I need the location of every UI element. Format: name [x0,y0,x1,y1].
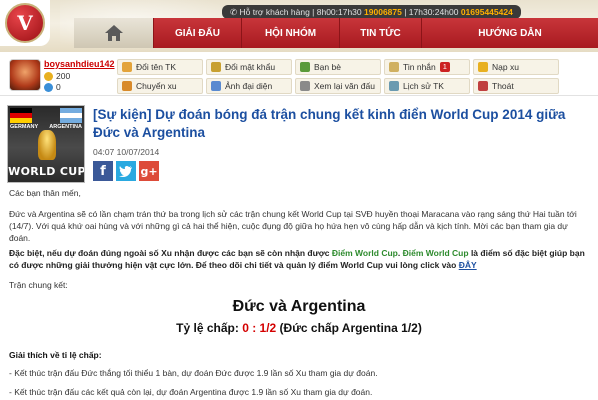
friends-icon [300,62,310,72]
googleplus-share-button[interactable]: g+ [139,161,159,181]
points-balance: 0 [44,82,61,92]
intro-paragraph: Đức và Argentina sẽ có lần chạm trán thứ… [9,209,577,243]
greeting: Các bạn thân mến, [9,188,81,198]
logout-button[interactable]: Thoát [473,78,559,94]
qbtn-label: Ảnh đại diện [225,81,273,91]
germany-flag-icon [10,108,32,123]
nav-news[interactable]: TIN TỨC [340,18,422,48]
nav-tournaments[interactable]: GIẢI ĐẤU [154,18,242,48]
handicap-note: (Đức chấp Argentina 1/2) [276,321,422,335]
account-history-button[interactable]: Lịch sử TK [384,78,470,94]
change-password-button[interactable]: Đổi mật khẩu [206,59,292,75]
thumb-country-1: GERMANY [10,124,39,130]
point-icon [44,82,53,92]
argentina-flag-icon [60,108,82,123]
avatar[interactable] [9,59,41,91]
replay-matches-button[interactable]: Xem lại văn đấu [295,78,381,94]
home-button[interactable] [74,18,154,48]
coin-icon [44,71,53,81]
main-nav: GIẢI ĐẤU HỘI NHÓM TIN TỨC HƯỚNG DẪN [74,18,598,48]
handicap-line: Tỷ lệ chấp: 0 : 1/2 (Đức chấp Argentina … [0,321,598,335]
mail-icon [389,62,399,72]
transfer-xu-button[interactable]: Chuyển xu [117,78,203,94]
twitter-share-button[interactable] [116,161,136,181]
home-icon [104,25,123,41]
match-label: Trận chung kết: [9,280,68,290]
rule-item: - Kết thúc trận đấu Đức thắng tối thiểu … [9,368,378,378]
hotline-label: Hỗ trợ khách hàng [239,7,310,17]
qbtn-label: Tin nhắn [403,62,436,72]
key-icon [211,62,221,72]
facebook-icon: f [100,163,106,179]
rule-item: - Kết thúc trận đấu các kết quả còn lại,… [9,387,373,397]
friends-button[interactable]: Bạn bè [295,59,381,75]
edit-icon [122,62,132,72]
logout-icon [478,81,488,91]
article-thumbnail: GERMANY ARGENTINA WORLD CUP [7,105,85,183]
qbtn-label: Xem lại văn đấu [314,81,375,91]
hotline-bar: ✆ Hỗ trợ khách hàng | 8h00:17h30 1900687… [222,5,521,19]
thumb-country-2: ARGENTINA [49,124,82,130]
qbtn-label: Bạn bè [314,62,341,72]
message-count-badge: 1 [439,62,450,72]
bonus-paragraph: Đặc biệt, nếu dự đoán đúng ngoài số Xu n… [9,247,591,271]
hotline-hours-1: 8h00:17h30 [316,7,362,17]
qbtn-label: Đổi mật khẩu [225,62,276,72]
trophy-icon [38,130,56,160]
nav-groups[interactable]: HỘI NHÓM [242,18,340,48]
image-icon [211,81,221,91]
world-cup-points-highlight: Điểm World Cup [331,248,398,258]
site-logo[interactable]: V [0,0,50,46]
qbtn-label: Đổi tên TK [136,62,177,72]
hotline-hours-2: 17h30:24h00 [408,7,459,17]
world-cup-points-highlight-2: Điểm World Cup [402,248,469,258]
qbtn-label: Thoát [492,81,514,91]
deposit-xu-button[interactable]: Nạp xu [473,59,559,75]
points-value: 0 [56,82,61,92]
xu-value: 200 [56,71,71,81]
hotline-phone-1[interactable]: 19006875 [364,7,402,17]
username-link[interactable]: boysanhdieu142 [44,59,115,69]
nav-guide[interactable]: HƯỚNG DẪN [422,18,598,48]
facebook-share-button[interactable]: f [93,161,113,181]
messages-button[interactable]: Tin nhắn 1 [384,59,470,75]
replay-icon [300,81,310,91]
qbtn-label: Chuyển xu [136,81,177,91]
coin-icon [478,62,488,72]
logo-letter: V [17,11,33,35]
avatar-settings-button[interactable]: Ảnh đại diện [206,78,292,94]
googleplus-icon: g+ [140,164,158,178]
article-title[interactable]: [Sự kiện] Dự đoán bóng đá trận chung kết… [93,106,591,142]
logo-emblem: V [5,3,45,43]
qbtn-label: Lịch sử TK [403,81,444,91]
rename-account-button[interactable]: Đổi tên TK [117,59,203,75]
handicap-rules-heading: Giải thích về tỉ lệ chấp: [9,350,102,360]
history-icon [389,81,399,91]
handicap-label: Tỷ lệ chấp: [176,321,243,335]
twitter-icon [119,165,132,177]
world-cup-points-link[interactable]: ĐÂY [459,260,477,270]
hotline-phone-2[interactable]: 01695445424 [461,7,513,17]
handicap-value: 0 : 1/2 [242,321,277,335]
thumb-world-cup-text: WORLD CUP [8,165,85,178]
qbtn-label: Nạp xu [492,62,519,72]
article-date: 04:07 10/07/2014 [93,147,160,157]
match-title: Đức và Argentina [232,298,366,315]
transfer-icon [122,81,132,91]
bonus-text-a: Đặc biệt, nếu dự đoán đúng ngoài số Xu n… [9,248,332,258]
xu-balance: 200 [44,71,70,81]
